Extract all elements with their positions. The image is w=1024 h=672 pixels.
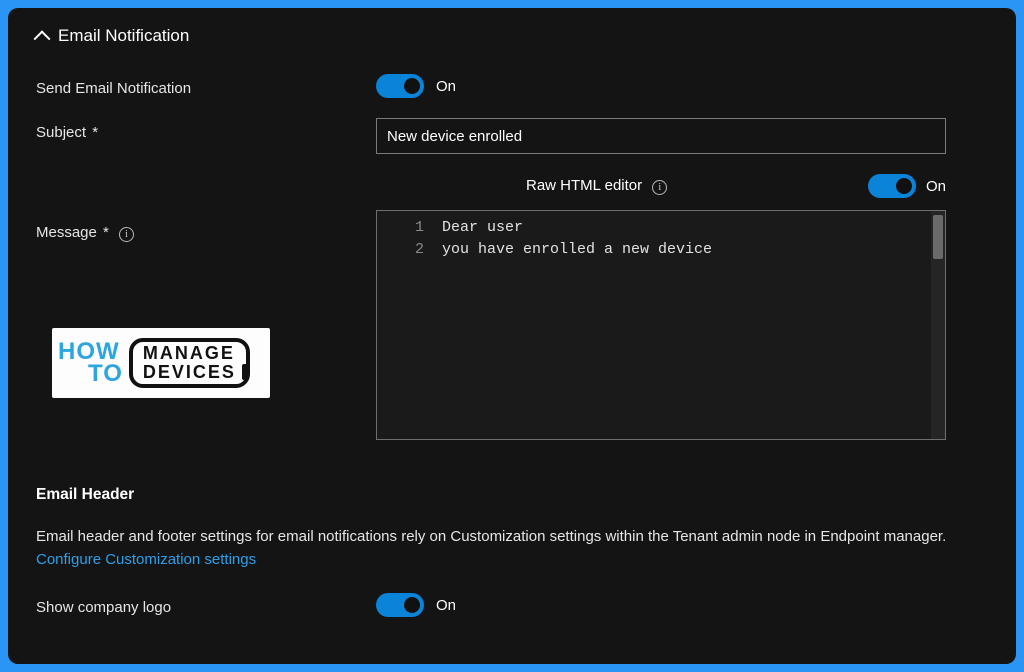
logo-to: TO: [88, 363, 123, 385]
raw-html-label-text: Raw HTML editor: [526, 177, 642, 194]
chevron-up-icon: [34, 30, 51, 47]
email-header-title: Email Header: [36, 486, 988, 504]
section-header[interactable]: Email Notification: [36, 26, 988, 46]
required-mark-2: *: [103, 224, 109, 241]
message-label-text: Message: [36, 224, 97, 241]
editor-content[interactable]: Dear user you have enrolled a new device: [432, 211, 945, 439]
logo-devices: DEVICES: [143, 363, 236, 382]
logo-accent: [242, 364, 248, 380]
show-logo-toggle[interactable]: [376, 593, 424, 617]
editor-gutter: 1 2: [377, 211, 432, 439]
code-line-2: you have enrolled a new device: [442, 239, 935, 261]
company-logo-image: HOW TO MANAGE DEVICES: [52, 328, 270, 398]
section-title: Email Notification: [58, 26, 189, 46]
editor-header: Raw HTML editor i On: [376, 174, 946, 198]
show-logo-label: Show company logo: [36, 593, 376, 616]
info-icon[interactable]: i: [119, 227, 134, 242]
row-subject: Subject *: [36, 118, 988, 154]
email-notification-panel: Email Notification Send Email Notificati…: [8, 8, 1016, 664]
desc-text: Email header and footer settings for ema…: [36, 528, 946, 545]
email-header-desc: Email header and footer settings for ema…: [36, 526, 988, 571]
logo-howto: HOW TO: [58, 341, 123, 384]
info-icon-raw[interactable]: i: [652, 180, 667, 195]
send-email-label: Send Email Notification: [36, 74, 376, 97]
raw-html-toggle[interactable]: [868, 174, 916, 198]
show-logo-toggle-state: On: [436, 597, 456, 614]
row-message: Message * i Raw HTML editor i On 1 2 Dea…: [36, 174, 988, 440]
gutter-line-1: 1: [385, 217, 424, 239]
logo-frame: MANAGE DEVICES: [129, 338, 250, 388]
configure-customization-link[interactable]: Configure Customization settings: [36, 551, 256, 568]
row-send-email: Send Email Notification On: [36, 74, 988, 98]
scrollbar-thumb[interactable]: [933, 215, 943, 259]
raw-html-label: Raw HTML editor i: [526, 177, 667, 195]
required-mark: *: [92, 124, 98, 141]
message-editor[interactable]: 1 2 Dear user you have enrolled a new de…: [376, 210, 946, 440]
send-email-toggle-state: On: [436, 78, 456, 95]
message-label: Message * i: [36, 174, 376, 242]
gutter-line-2: 2: [385, 239, 424, 261]
send-email-toggle[interactable]: [376, 74, 424, 98]
raw-html-toggle-state: On: [926, 178, 946, 195]
row-show-logo: Show company logo On: [36, 593, 988, 617]
subject-label: Subject *: [36, 118, 376, 141]
editor-scrollbar[interactable]: [931, 211, 945, 439]
code-line-1: Dear user: [442, 217, 935, 239]
subject-input[interactable]: [376, 118, 946, 154]
subject-label-text: Subject: [36, 124, 86, 141]
logo-manage: MANAGE: [143, 344, 236, 363]
